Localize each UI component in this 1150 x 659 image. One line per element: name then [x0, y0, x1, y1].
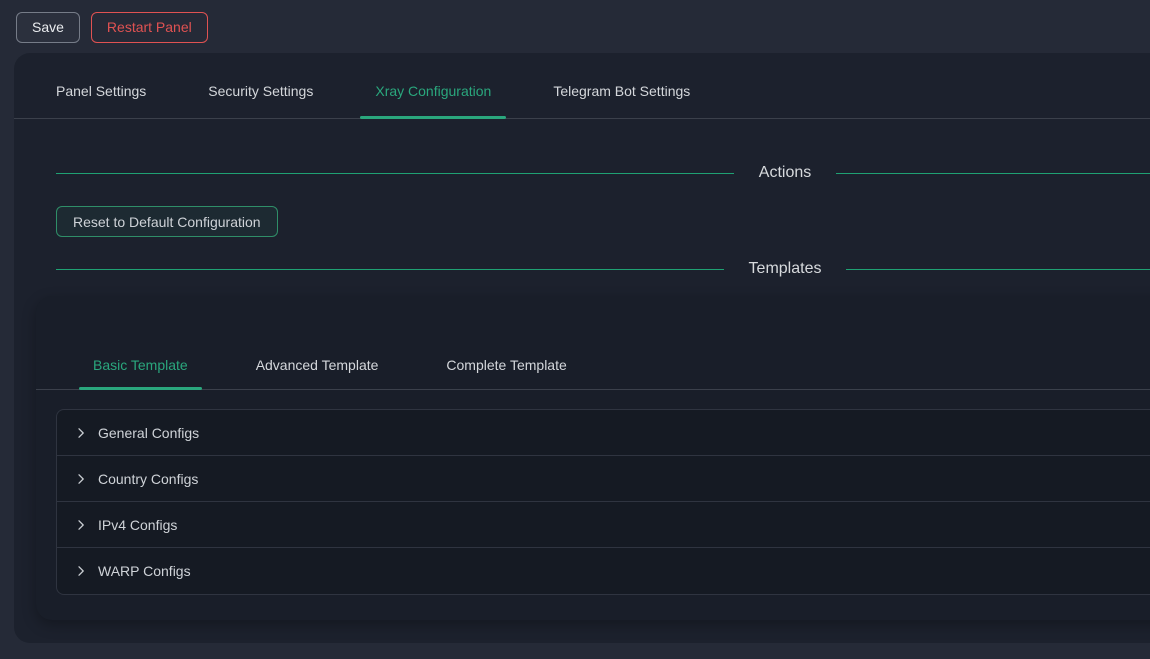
tab-complete-template[interactable]: Complete Template — [432, 357, 580, 389]
settings-card: Panel Settings Security Settings Xray Co… — [14, 53, 1150, 643]
tab-security-settings[interactable]: Security Settings — [193, 83, 328, 118]
collapse-country-configs[interactable]: Country Configs — [57, 456, 1150, 502]
divider-line — [846, 269, 1150, 270]
tab-basic-template[interactable]: Basic Template — [79, 357, 202, 389]
collapse-ipv4-configs[interactable]: IPv4 Configs — [57, 502, 1150, 548]
divider-line — [56, 269, 724, 270]
tab-xray-configuration[interactable]: Xray Configuration — [360, 83, 506, 118]
templates-card: Basic Template Advanced Template Complet… — [36, 296, 1150, 620]
chevron-right-icon — [75, 565, 87, 577]
divider-line — [56, 173, 734, 174]
tab-panel-settings[interactable]: Panel Settings — [41, 83, 161, 118]
top-toolbar: Save Restart Panel — [16, 12, 208, 43]
tab-advanced-template[interactable]: Advanced Template — [242, 357, 393, 389]
collapse-label: IPv4 Configs — [98, 517, 177, 533]
tab-telegram-bot-settings[interactable]: Telegram Bot Settings — [538, 83, 705, 118]
restart-panel-button[interactable]: Restart Panel — [91, 12, 208, 43]
templates-divider: Templates — [14, 257, 1150, 281]
chevron-right-icon — [75, 473, 87, 485]
settings-tabbar: Panel Settings Security Settings Xray Co… — [14, 53, 1150, 119]
save-button[interactable]: Save — [16, 12, 80, 43]
chevron-right-icon — [75, 427, 87, 439]
collapse-warp-configs[interactable]: WARP Configs — [57, 548, 1150, 594]
templates-section-title: Templates — [724, 260, 847, 278]
collapse-label: General Configs — [98, 425, 199, 441]
actions-divider: Actions — [14, 161, 1150, 185]
actions-section-title: Actions — [734, 164, 836, 182]
collapse-label: WARP Configs — [98, 563, 191, 579]
chevron-right-icon — [75, 519, 87, 531]
templates-tabbar: Basic Template Advanced Template Complet… — [36, 296, 1150, 390]
collapse-label: Country Configs — [98, 471, 198, 487]
divider-line — [836, 173, 1150, 174]
reset-to-default-button[interactable]: Reset to Default Configuration — [56, 206, 278, 237]
template-configs-collapse: General Configs Country Configs IPv4 Con… — [56, 409, 1150, 595]
collapse-general-configs[interactable]: General Configs — [57, 410, 1150, 456]
